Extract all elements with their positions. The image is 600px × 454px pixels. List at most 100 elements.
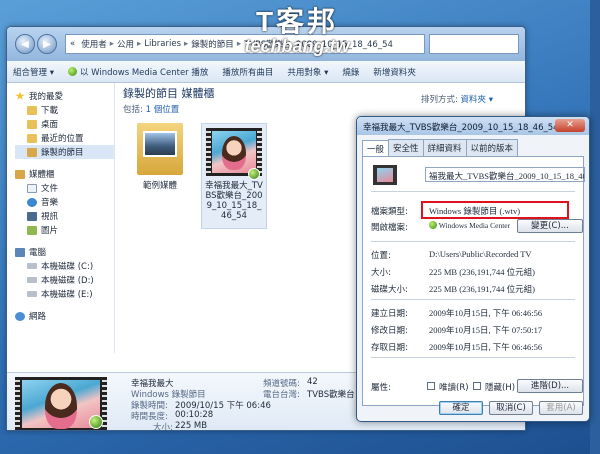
- arrange-by: 排列方式: 資料夾 ▾: [420, 95, 493, 105]
- properties-titlebar: 幸福我最大_TVBS歡樂台_2009_10_15_18_46_54 ... ✕: [357, 117, 589, 135]
- drive-icon: [27, 263, 37, 269]
- sidebar-item-drive-e[interactable]: 本機磁碟 (E:): [15, 287, 114, 301]
- sidebar-computer[interactable]: 電腦: [15, 245, 114, 259]
- highlight-box: [421, 201, 569, 219]
- breadcrumb-item[interactable]: 公用: [117, 38, 134, 50]
- sidebar-item-downloads[interactable]: 下載: [15, 103, 114, 117]
- search-input[interactable]: [429, 34, 519, 54]
- sidebar-favorites[interactable]: 我的最愛: [15, 89, 114, 103]
- cancel-button[interactable]: 取消(C): [489, 401, 533, 415]
- size-label: 大小:: [371, 268, 391, 278]
- sidebar-item-desktop[interactable]: 桌面: [15, 117, 114, 131]
- readonly-checkbox[interactable]: [427, 382, 435, 390]
- organize-button[interactable]: 組合管理 ▾: [13, 66, 54, 78]
- star-icon: [15, 91, 25, 100]
- arrange-by-dropdown[interactable]: 資料夾 ▾: [461, 95, 493, 105]
- properties-dialog: 幸福我最大_TVBS歡樂台_2009_10_15_18_46_54 ... ✕ …: [356, 116, 590, 422]
- network-icon: [15, 311, 25, 321]
- hidden-checkbox[interactable]: [473, 382, 481, 390]
- wmc-badge-icon: [89, 415, 103, 429]
- breadcrumb-item[interactable]: Libraries: [144, 39, 181, 49]
- properties-title: 幸福我最大_TVBS歡樂台_2009_10_15_18_46_54 ...: [363, 123, 570, 133]
- modified-label: 修改日期:: [371, 326, 408, 336]
- accessed-label: 存取日期:: [371, 343, 408, 353]
- document-icon: [27, 183, 37, 193]
- drive-icon: [27, 291, 37, 297]
- techbang-watermark: T客邦 techbang.tw: [244, 6, 350, 56]
- library-header: 錄製的節目 媒體櫃 包括: 1 個位置 排列方式: 資料夾 ▾: [123, 85, 523, 115]
- recording-file-icon: [373, 165, 397, 185]
- folder-tile-sample-media[interactable]: 範例媒體: [125, 123, 195, 191]
- size-value: 225 MB (236,191,744 位元組): [429, 267, 536, 277]
- change-button[interactable]: 變更(C)...: [517, 219, 583, 233]
- back-button[interactable]: ◀: [15, 34, 35, 54]
- video-icon: [27, 211, 37, 221]
- sidebar-libraries[interactable]: 媒體櫃: [15, 167, 114, 181]
- includes-locations-link[interactable]: 1 個位置: [146, 105, 180, 115]
- details-thumbnail: [15, 377, 107, 430]
- new-folder-button[interactable]: 新增資料夾: [373, 66, 416, 78]
- created-label: 建立日期:: [371, 309, 408, 319]
- readonly-label: 唯讀(R): [439, 383, 469, 393]
- location-value: D:\Users\Public\Recorded TV: [429, 249, 532, 259]
- details-station-label: 電台台灣:: [263, 390, 300, 400]
- general-panel: 福我最大_TVBS歡樂台_2009_10_15_18_46_54 檔案類型: W…: [362, 156, 585, 406]
- modified-value: 2009年10月15日, 下午 07:50:17: [429, 325, 543, 335]
- type-label: 檔案類型:: [371, 207, 408, 217]
- ok-button[interactable]: 確定: [439, 401, 483, 415]
- close-button[interactable]: ✕: [555, 119, 585, 132]
- play-wmc-button[interactable]: 以 Windows Media Center 播放: [67, 66, 208, 78]
- details-length: 00:10:28: [175, 410, 214, 420]
- disk-size-value: 225 MB (236,191,744 位元組): [429, 284, 536, 294]
- advanced-button[interactable]: 進階(D)...: [517, 379, 583, 393]
- forward-button[interactable]: ▶: [37, 34, 57, 54]
- open-with-label: 開啟檔案:: [371, 223, 408, 233]
- tab-general[interactable]: 一般: [362, 140, 390, 157]
- properties-tabs: 一般 安全性 詳細資料 以前的版本: [357, 135, 589, 157]
- recording-tile[interactable]: 幸福我最大_TVBS歡樂台_2009_10_15_18_46_54: [201, 123, 267, 229]
- tab-security[interactable]: 安全性: [388, 139, 424, 156]
- details-channel: 42: [307, 377, 318, 387]
- navigation-pane: 我的最愛 下載 桌面 最近的位置 錄製的節目 媒體櫃 文件 音樂 視訊 圖片 電…: [7, 83, 115, 353]
- recording-thumbnail: [206, 128, 262, 180]
- sidebar-item-videos[interactable]: 視訊: [15, 209, 114, 223]
- sidebar-item-recent[interactable]: 最近的位置: [15, 131, 114, 145]
- sidebar-item-drive-d[interactable]: 本機磁碟 (D:): [15, 273, 114, 287]
- location-label: 位置:: [371, 251, 391, 261]
- wmc-badge-icon: [248, 168, 260, 180]
- desktop-edge: [590, 0, 600, 454]
- tab-previous-versions[interactable]: 以前的版本: [465, 139, 519, 156]
- apply-button[interactable]: 套用(A): [539, 401, 583, 415]
- breadcrumb-item[interactable]: 使用者: [81, 38, 107, 50]
- details-station: TVBS歡樂台: [307, 390, 355, 400]
- breadcrumb-chevron-icon: «: [70, 39, 76, 49]
- command-bar: 組合管理 ▾ 以 Windows Media Center 播放 播放所有曲目 …: [7, 61, 525, 83]
- picture-icon: [27, 225, 37, 235]
- desktop-icon: [27, 119, 37, 129]
- folder-icon: [137, 123, 183, 175]
- dialog-buttons: 確定 取消(C) 套用(A): [357, 401, 589, 415]
- hidden-label: 隱藏(H): [485, 383, 516, 393]
- sidebar-item-pictures[interactable]: 圖片: [15, 223, 114, 237]
- attributes-label: 屬性:: [371, 383, 391, 393]
- computer-icon: [15, 247, 25, 257]
- details-size: 225 MB: [175, 421, 208, 431]
- wmc-icon: [429, 221, 437, 229]
- details-size-label: 大小:: [153, 423, 173, 431]
- recent-places-icon: [27, 133, 37, 143]
- play-all-button[interactable]: 播放所有曲目: [222, 66, 273, 78]
- filename-field[interactable]: 福我最大_TVBS歡樂台_2009_10_15_18_46_54: [425, 167, 585, 182]
- sidebar-item-recorded-tv[interactable]: 錄製的節目: [15, 145, 114, 159]
- wmc-icon: [67, 66, 77, 76]
- share-button[interactable]: 共用對象 ▾: [287, 66, 328, 78]
- created-value: 2009年10月15日, 下午 06:46:56: [429, 308, 543, 318]
- burn-button[interactable]: 燒錄: [342, 66, 359, 78]
- sidebar-network[interactable]: 網路: [15, 309, 114, 323]
- folder-icon: [27, 105, 37, 115]
- sidebar-item-documents[interactable]: 文件: [15, 181, 114, 195]
- sidebar-item-drive-c[interactable]: 本機磁碟 (C:): [15, 259, 114, 273]
- recorded-tv-icon: [27, 147, 37, 157]
- sidebar-item-music[interactable]: 音樂: [15, 195, 114, 209]
- open-with-value: Windows Media Center: [429, 221, 510, 230]
- tab-details[interactable]: 詳細資料: [422, 139, 467, 156]
